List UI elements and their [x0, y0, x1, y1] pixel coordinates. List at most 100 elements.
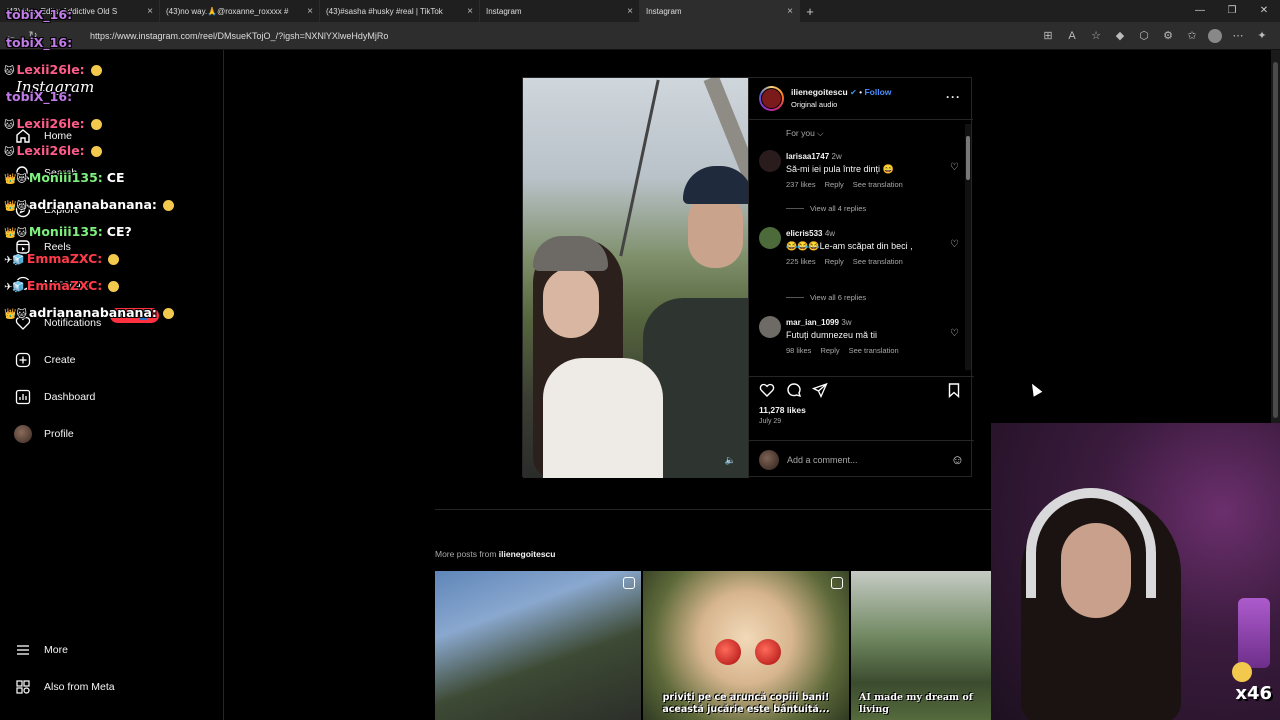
- heart-icon[interactable]: ♡: [950, 328, 959, 339]
- sidebar-item-search[interactable]: Search: [14, 162, 77, 184]
- comment-text: Să-mi iei pula între dinți 😄: [786, 164, 894, 174]
- likes-count[interactable]: 11,278 likes: [759, 405, 806, 415]
- share-icon[interactable]: [812, 382, 828, 398]
- sidebar-item-explore[interactable]: Explore: [14, 199, 80, 221]
- back-icon[interactable]: ←: [0, 30, 22, 42]
- browser-tab[interactable]: (43)#sasha #husky #real | TikTok ×: [320, 0, 480, 22]
- sidebar-item-more[interactable]: More: [14, 639, 68, 661]
- copilot-icon[interactable]: ✦: [1254, 26, 1270, 46]
- like-heart-icon[interactable]: [759, 382, 775, 398]
- browser-tab-active[interactable]: Instagram ×: [640, 0, 800, 22]
- follow-button[interactable]: Follow: [864, 87, 891, 97]
- sidebar-item-also-from-meta[interactable]: Also from Meta: [14, 676, 115, 698]
- sidebar-item-home[interactable]: Home: [14, 125, 72, 147]
- refresh-icon[interactable]: ↻: [22, 29, 44, 42]
- audio-label[interactable]: Original audio: [791, 99, 891, 111]
- avatar[interactable]: [1208, 29, 1222, 43]
- view-replies-button[interactable]: View all 4 replies: [786, 204, 866, 213]
- notification-badge[interactable]: ❤ 6 👤: [110, 308, 159, 323]
- more-post-thumbnail[interactable]: AI made my dream of living: [851, 571, 991, 720]
- new-tab-button[interactable]: +: [800, 4, 820, 19]
- comment-username[interactable]: elicris533: [786, 229, 822, 238]
- heart-icon[interactable]: ♡: [950, 162, 959, 173]
- instagram-logo[interactable]: Instagram: [16, 78, 94, 96]
- sidebar-item-create[interactable]: Create: [14, 349, 76, 371]
- view-replies-button[interactable]: View all 6 replies: [786, 293, 866, 302]
- url-field[interactable]: https://www.instagram.com/reel/DMsueKToj…: [78, 26, 1028, 46]
- reply-button[interactable]: Reply: [825, 256, 844, 268]
- sidebar-item-label: Create: [44, 354, 76, 366]
- see-translation-button[interactable]: See translation: [853, 179, 903, 191]
- add-comment-input[interactable]: Add a comment...: [787, 455, 943, 465]
- reply-button[interactable]: Reply: [820, 345, 839, 357]
- volume-icon[interactable]: 🔈: [725, 455, 736, 466]
- comment-likes[interactable]: 98 likes: [786, 345, 811, 357]
- sidebar-item-messages[interactable]: Messages: [14, 273, 92, 295]
- comments-scrollbar[interactable]: [965, 124, 971, 370]
- extension-icon[interactable]: ◆: [1112, 26, 1128, 46]
- gift-counter: x46: [1235, 683, 1272, 704]
- post-username[interactable]: ilienegoitescu: [791, 87, 848, 97]
- sidebar-item-label: Explore: [44, 204, 80, 216]
- thumbnail-caption: priviți pe ce aruncă copiii bani! aceast…: [662, 692, 830, 715]
- heart-icon[interactable]: ♡: [950, 239, 959, 250]
- more-post-thumbnail[interactable]: priviți pe ce aruncă copiii bani! aceast…: [643, 571, 849, 720]
- smiley-icon: [1232, 662, 1252, 682]
- extension-icon[interactable]: ⚙: [1160, 26, 1176, 46]
- sidebar-item-reels[interactable]: Reels: [14, 236, 71, 258]
- post-date: July 29: [759, 418, 782, 425]
- extension-icon[interactable]: ⬡: [1136, 26, 1152, 46]
- browser-tab[interactable]: (43)no way.🙏@roxanne_roxxxx # ×: [160, 0, 320, 22]
- sidebar-item-notifications[interactable]: Notifications: [14, 312, 101, 334]
- avatar[interactable]: [759, 316, 781, 338]
- more-post-thumbnail[interactable]: [435, 571, 641, 720]
- menu-icon[interactable]: ⋯: [1230, 26, 1246, 46]
- more-options-icon[interactable]: ···: [946, 90, 961, 104]
- sidebar-item-label: Reels: [44, 241, 71, 253]
- avatar[interactable]: [759, 227, 781, 249]
- favorites-icon[interactable]: ✩: [1184, 26, 1200, 46]
- comment-username[interactable]: mar_ian_1099: [786, 318, 839, 327]
- sidebar: Instagram Home Search Explore Reels Mess…: [0, 50, 224, 720]
- browser-tab[interactable]: (43) New Edits: Addictive Old S ×: [0, 0, 160, 22]
- page-scrollbar[interactable]: [1271, 50, 1280, 423]
- more-posts-username[interactable]: ilienegoitescu: [499, 549, 556, 559]
- tab-title: (43)no way.🙏@roxanne_roxxxx #: [166, 6, 289, 16]
- apps-icon[interactable]: ⊞: [1040, 26, 1056, 46]
- comment-likes[interactable]: 237 likes: [786, 179, 816, 191]
- close-icon[interactable]: ×: [147, 6, 153, 17]
- star-icon[interactable]: ☆: [1088, 26, 1104, 46]
- comment-username[interactable]: larisaa1747: [786, 152, 829, 161]
- reels-icon: [831, 577, 843, 589]
- close-icon[interactable]: ×: [787, 6, 793, 17]
- close-icon[interactable]: ×: [627, 6, 633, 17]
- view-replies-label: View all 6 replies: [810, 293, 867, 302]
- reply-button[interactable]: Reply: [825, 179, 844, 191]
- read-aloud-icon[interactable]: A: [1064, 26, 1080, 46]
- avatar[interactable]: [759, 150, 781, 172]
- menu-icon: [14, 641, 32, 659]
- comment-likes[interactable]: 225 likes: [786, 256, 816, 268]
- verified-icon: ✔: [850, 88, 857, 97]
- avatar[interactable]: [759, 86, 784, 111]
- maximize-button[interactable]: ❐: [1216, 0, 1248, 22]
- window-controls: — ❐ ✕: [1184, 0, 1280, 22]
- comment-icon[interactable]: [786, 382, 802, 398]
- close-icon[interactable]: ×: [307, 6, 313, 17]
- close-window-button[interactable]: ✕: [1248, 0, 1280, 22]
- compass-icon: [14, 201, 32, 219]
- streamer-webcam: x46: [991, 423, 1280, 720]
- close-icon[interactable]: ×: [467, 6, 473, 17]
- comment-time: 3w: [841, 318, 852, 327]
- bookmark-icon[interactable]: [946, 382, 962, 398]
- sidebar-item-profile[interactable]: Profile: [14, 423, 74, 445]
- reel-video[interactable]: 🔈: [523, 78, 748, 478]
- browser-tab[interactable]: Instagram ×: [480, 0, 640, 22]
- minimize-button[interactable]: —: [1184, 0, 1216, 22]
- comments-sort-dropdown[interactable]: For you ⌵: [786, 128, 824, 139]
- sidebar-item-label: Dashboard: [44, 391, 96, 403]
- see-translation-button[interactable]: See translation: [853, 256, 903, 268]
- emoji-icon[interactable]: ☺: [951, 452, 964, 467]
- sidebar-item-dashboard[interactable]: Dashboard: [14, 386, 95, 408]
- see-translation-button[interactable]: See translation: [849, 345, 899, 357]
